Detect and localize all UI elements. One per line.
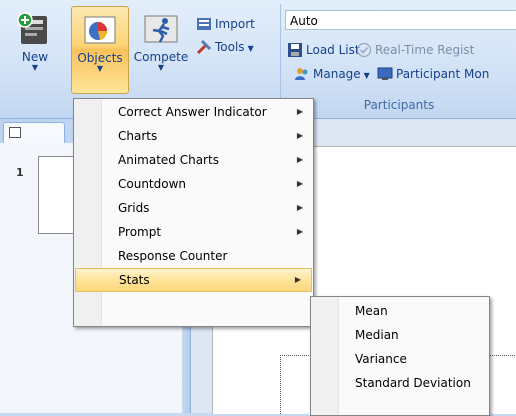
tools-icon (196, 39, 212, 55)
check-circle-icon (356, 42, 372, 58)
slides-tab-icon (9, 127, 21, 138)
load-list-icon (287, 42, 303, 58)
menu-item-label: Prompt (118, 225, 162, 239)
new-slide-icon (17, 12, 53, 48)
submenu-arrow-icon: ▶ (296, 155, 303, 164)
compete-runner-icon (143, 12, 179, 48)
group-separator (280, 4, 281, 112)
menu-item-mean[interactable]: Mean (311, 299, 489, 323)
new-button[interactable]: New ▼ (8, 6, 62, 94)
participant-monitor-button[interactable]: Participant Mon (377, 64, 489, 84)
menu-item-response-counter[interactable]: Response Counter (74, 244, 313, 268)
submenu-arrow-icon: ▶ (296, 131, 303, 140)
participant-list-combo[interactable]: Auto (285, 10, 516, 30)
submenu-arrow-icon: ▶ (296, 179, 303, 188)
monitor-icon (377, 66, 393, 82)
menu-item-grids[interactable]: Grids ▶ (74, 196, 313, 220)
menu-item-correct-answer-indicator[interactable]: Correct Answer Indicator ▶ (74, 100, 313, 124)
import-button[interactable]: Import (196, 14, 255, 34)
menu-item-label: Response Counter (118, 249, 228, 263)
menu-item-animated-charts[interactable]: Animated Charts ▶ (74, 148, 313, 172)
manage-label: Manage (313, 67, 361, 81)
menu-item-median[interactable]: Median (311, 323, 489, 347)
chevron-down-icon: ▼ (157, 63, 165, 72)
menu-item-label: Mean (355, 304, 388, 318)
load-list-button[interactable]: Load List (287, 40, 360, 60)
tools-button[interactable]: Tools ▼ (196, 37, 254, 57)
new-label: New (21, 50, 49, 64)
menu-item-label: Standard Deviation (355, 376, 471, 390)
menu-item-standard-deviation[interactable]: Standard Deviation (311, 371, 489, 395)
compete-label: Compete (133, 50, 189, 64)
menu-item-prompt[interactable]: Prompt ▶ (74, 220, 313, 244)
submenu-arrow-icon: ▶ (296, 203, 303, 212)
tab-slides[interactable] (3, 122, 65, 143)
chevron-down-icon: ▼ (363, 71, 370, 80)
menu-item-stats[interactable]: Stats ▶ (75, 268, 312, 292)
submenu-arrow-icon: ▶ (296, 107, 303, 116)
objects-chart-icon (82, 13, 118, 49)
menu-item-countdown[interactable]: Countdown ▶ (74, 172, 313, 196)
participants-group-label: Participants (363, 98, 435, 112)
chevron-down-icon: ▼ (31, 63, 39, 72)
menu-item-label: Charts (118, 129, 158, 143)
menu-item-label: Animated Charts (118, 153, 219, 167)
menu-item-charts[interactable]: Charts ▶ (74, 124, 313, 148)
import-icon (196, 16, 212, 32)
menu-item-label: Countdown (118, 177, 187, 191)
objects-button[interactable]: Objects ▼ (71, 6, 129, 94)
load-list-label: Load List (306, 43, 360, 57)
menu-item-label: Stats (119, 273, 150, 287)
tools-label: Tools (215, 40, 245, 54)
menu-item-label: Median (355, 328, 399, 342)
participant-monitor-label: Participant Mon (396, 67, 490, 81)
real-time-register-label: Real-Time Regist (375, 43, 475, 57)
chevron-down-icon: ▼ (247, 44, 254, 53)
manage-icon (294, 66, 310, 82)
import-label: Import (215, 17, 255, 31)
manage-button[interactable]: Manage ▼ (294, 64, 370, 84)
submenu-arrow-icon: ▶ (296, 227, 303, 236)
chevron-down-icon: ▼ (96, 64, 104, 73)
menu-item-variance[interactable]: Variance (311, 347, 489, 371)
submenu-arrow-icon: ▶ (294, 275, 301, 284)
compete-button[interactable]: Compete ▼ (130, 6, 192, 94)
menu-item-label: Grids (118, 201, 150, 215)
objects-menu: Correct Answer Indicator ▶ Charts ▶ Animat… (73, 98, 314, 327)
objects-label: Objects (77, 51, 123, 65)
real-time-register-button[interactable]: Real-Time Regist (356, 40, 474, 60)
menu-item-label: Variance (355, 352, 407, 366)
slide-number: 1 (16, 166, 24, 179)
menu-item-label: Correct Answer Indicator (118, 105, 267, 119)
stats-submenu: Mean Median Variance Standard Deviation (310, 296, 490, 416)
